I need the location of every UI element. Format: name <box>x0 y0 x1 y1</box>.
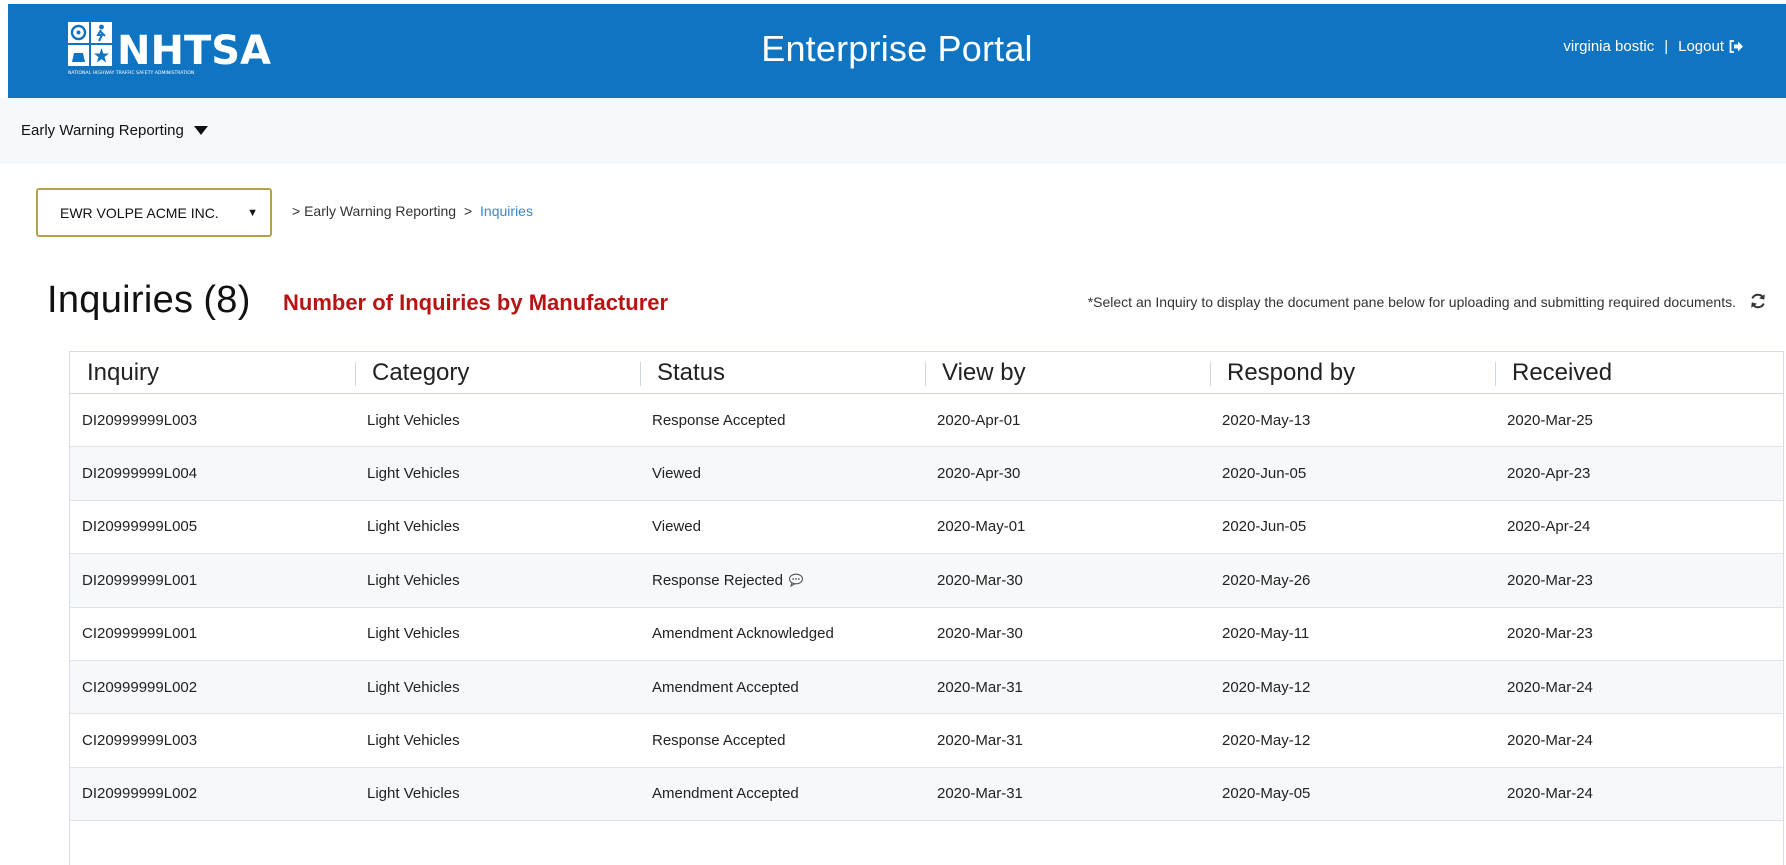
page-title: Inquiries (8) <box>47 279 251 322</box>
cell-received: 2020-Apr-24 <box>1507 518 1591 536</box>
cell-inquiry: CI20999999L002 <box>82 678 198 696</box>
logout-label: Logout <box>1678 38 1724 55</box>
breadcrumb-separator: > <box>463 203 473 219</box>
cell-received: 2020-Mar-24 <box>1507 785 1593 803</box>
cell-respond-by: 2020-Jun-05 <box>1222 518 1307 536</box>
cell-status: Response Rejected <box>640 554 925 606</box>
cell-respond-by: 2020-May-05 <box>1222 785 1311 803</box>
cell-category: Light Vehicles <box>367 678 460 696</box>
cell-category: Light Vehicles <box>367 785 460 803</box>
cell-status-text: Response Rejected <box>652 571 783 589</box>
cell-view-by: 2020-Mar-30 <box>937 625 1023 643</box>
cell-inquiry: CI20999999L003 <box>82 732 198 750</box>
cell-inquiry: DI20999999L001 <box>82 571 198 589</box>
app-menu-label: Early Warning Reporting <box>21 122 184 139</box>
column-header-category[interactable]: Category <box>355 352 640 394</box>
breadcrumb-prefix: > <box>292 203 301 219</box>
cell-status: Amendment Accepted <box>652 678 799 696</box>
cell-received: 2020-Mar-23 <box>1507 625 1593 643</box>
cell-received: 2020-Mar-24 <box>1507 678 1593 696</box>
table-row[interactable]: CI20999999L003 Light Vehicles Response A… <box>70 714 1783 768</box>
cell-status: Viewed <box>652 518 701 536</box>
cell-category: Light Vehicles <box>367 465 460 483</box>
cell-view-by: 2020-Mar-31 <box>937 678 1023 696</box>
sub-navigation: Early Warning Reporting <box>0 98 1786 164</box>
cell-status: Amendment Acknowledged <box>652 625 834 643</box>
cell-category: Light Vehicles <box>367 625 460 643</box>
page-title-text: Inquiries <box>47 279 194 321</box>
cell-inquiry: DI20999999L002 <box>82 785 198 803</box>
cell-category: Light Vehicles <box>367 571 460 589</box>
cell-status: Response Accepted <box>652 732 786 750</box>
cell-category: Light Vehicles <box>367 732 460 750</box>
table-body: DI20999999L003 Light Vehicles Response A… <box>70 394 1783 822</box>
table-row[interactable]: DI20999999L003 Light Vehicles Response A… <box>70 394 1783 448</box>
caret-down-icon <box>193 126 208 135</box>
cell-received: 2020-Mar-24 <box>1507 732 1593 750</box>
app-menu-dropdown[interactable]: Early Warning Reporting <box>21 122 208 139</box>
manufacturer-select[interactable]: EWR VOLPE ACME INC. ▼ <box>36 188 272 237</box>
table-row[interactable]: DI20999999L001 Light Vehicles Response R… <box>70 554 1783 608</box>
cell-respond-by: 2020-May-26 <box>1222 571 1311 589</box>
cell-view-by: 2020-Apr-30 <box>937 465 1021 483</box>
breadcrumb-current[interactable]: Inquiries <box>480 203 533 219</box>
cell-view-by: 2020-May-01 <box>937 518 1026 536</box>
cell-received: 2020-Mar-23 <box>1507 571 1593 589</box>
table-row[interactable]: DI20999999L004 Light Vehicles Viewed 202… <box>70 447 1783 501</box>
selection-hint: *Select an Inquiry to display the docume… <box>1087 294 1736 310</box>
inquiry-count: (8) <box>203 279 251 321</box>
logout-button[interactable]: Logout <box>1678 38 1744 55</box>
column-header-view-by[interactable]: View by <box>925 352 1210 394</box>
cell-view-by: 2020-Mar-31 <box>937 785 1023 803</box>
header-separator: | <box>1664 38 1669 55</box>
table-row[interactable]: DI20999999L002 Light Vehicles Amendment … <box>70 767 1783 822</box>
cell-received: 2020-Mar-25 <box>1507 411 1593 429</box>
cell-view-by: 2020-Apr-01 <box>937 411 1021 429</box>
header-bar: NHTSA NATIONAL HIGHWAY TRAFFIC SAFETY AD… <box>8 4 1786 98</box>
breadcrumb: > Early Warning Reporting > Inquiries <box>292 203 533 219</box>
table-row[interactable]: DI20999999L005 Light Vehicles Viewed 202… <box>70 501 1783 555</box>
table-row[interactable]: CI20999999L002 Light Vehicles Amendment … <box>70 660 1783 715</box>
cell-category: Light Vehicles <box>367 411 460 429</box>
cell-inquiry: CI20999999L001 <box>82 625 198 643</box>
logo-subtext: NATIONAL HIGHWAY TRAFFIC SAFETY ADMINIST… <box>68 70 194 76</box>
cell-status: Viewed <box>652 465 701 483</box>
table-header: Inquiry Category Status View by Respond … <box>70 352 1783 394</box>
cell-respond-by: 2020-May-13 <box>1222 411 1311 429</box>
cell-status: Response Accepted <box>652 411 786 429</box>
portal-title: Enterprise Portal <box>761 28 1033 69</box>
table-row[interactable]: CI20999999L001 Light Vehicles Amendment … <box>70 608 1783 661</box>
comment-icon[interactable] <box>788 573 804 588</box>
cell-respond-by: 2020-Jun-05 <box>1222 465 1307 483</box>
manufacturer-select-value: EWR VOLPE ACME INC. <box>60 204 219 221</box>
column-header-inquiry[interactable]: Inquiry <box>70 352 355 394</box>
refresh-icon[interactable] <box>1748 291 1768 311</box>
column-header-status[interactable]: Status <box>640 352 925 394</box>
cell-view-by: 2020-Mar-30 <box>937 571 1023 589</box>
cell-respond-by: 2020-May-11 <box>1222 625 1310 643</box>
page: NHTSA NATIONAL HIGHWAY TRAFFIC SAFETY AD… <box>0 0 1786 865</box>
cell-inquiry: DI20999999L004 <box>82 465 198 483</box>
cell-category: Light Vehicles <box>367 518 460 536</box>
inquiries-table: Inquiry Category Status View by Respond … <box>69 351 1784 865</box>
user-name[interactable]: virginia bostic <box>1563 38 1654 55</box>
cell-inquiry: DI20999999L005 <box>82 518 198 536</box>
cell-respond-by: 2020-May-12 <box>1222 678 1311 696</box>
breadcrumb-section[interactable]: Early Warning Reporting <box>304 203 456 219</box>
cell-status: Amendment Accepted <box>652 785 799 803</box>
cell-respond-by: 2020-May-12 <box>1222 732 1311 750</box>
cell-inquiry: DI20999999L003 <box>82 411 198 429</box>
column-header-respond-by[interactable]: Respond by <box>1210 352 1495 394</box>
dropdown-arrow-icon: ▼ <box>247 207 258 219</box>
column-header-received[interactable]: Received <box>1495 352 1780 394</box>
logout-icon <box>1729 40 1743 53</box>
user-area: virginia bostic | Logout <box>1563 38 1744 55</box>
cell-view-by: 2020-Mar-31 <box>937 732 1023 750</box>
cell-received: 2020-Apr-23 <box>1507 465 1591 483</box>
annotation-label: Number of Inquiries by Manufacturer <box>283 290 669 315</box>
